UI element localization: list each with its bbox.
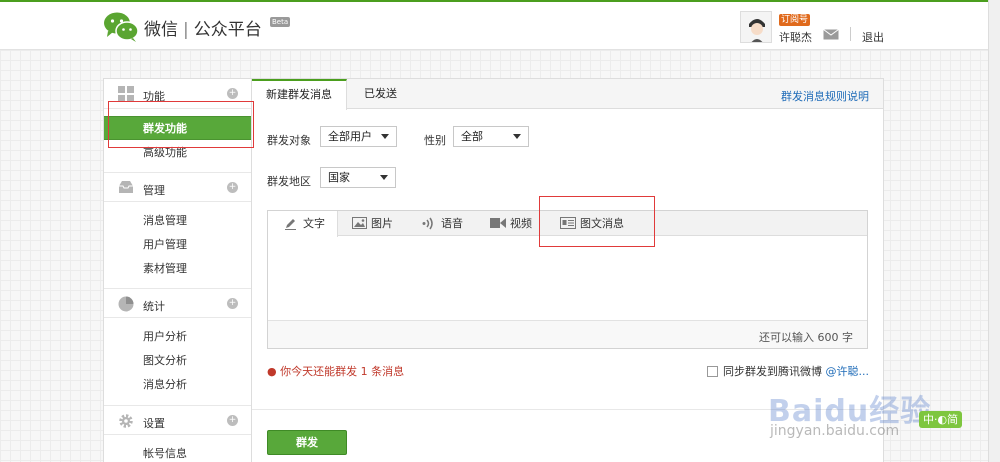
- sidebar-item-messages[interactable]: 消息管理: [104, 209, 251, 233]
- gender-value: 全部: [461, 130, 483, 143]
- sidebar-section-title: 管理: [143, 184, 165, 197]
- quota-notice: ● 你今天还能群发 1 条消息: [267, 365, 405, 378]
- collapse-toggle-icon[interactable]: +: [227, 182, 238, 193]
- target-select[interactable]: 全部用户: [320, 126, 397, 147]
- editor-tab-label: 图片: [371, 217, 393, 230]
- chevron-down-icon: [381, 134, 389, 139]
- target-label: 群发对象: [267, 134, 311, 147]
- sidebar-section-settings[interactable]: 设置 +: [104, 405, 251, 435]
- editor-tab-voice[interactable]: 语音: [422, 211, 486, 236]
- function-grid-icon: [118, 86, 134, 102]
- logout-link[interactable]: 退出: [862, 29, 884, 45]
- avatar-figure-icon: [741, 12, 771, 42]
- region-label: 群发地区: [267, 175, 311, 188]
- video-icon: [490, 218, 506, 228]
- collapse-toggle-icon[interactable]: +: [227, 88, 238, 99]
- sidebar-item-news-analysis[interactable]: 图文分析: [104, 349, 251, 373]
- chevron-down-icon: [380, 175, 388, 180]
- image-icon: [352, 217, 367, 229]
- avatar[interactable]: [740, 11, 772, 43]
- tab-sent[interactable]: 已发送: [350, 79, 411, 109]
- pencil-icon: [285, 219, 296, 230]
- collapse-toggle-icon[interactable]: +: [227, 415, 238, 426]
- sidebar-section-title: 设置: [143, 417, 165, 430]
- editor-tab-label: 语音: [441, 217, 463, 230]
- brand-title: 微信 | 公众平台: [144, 20, 262, 40]
- sidebar-item-account-info[interactable]: 帐号信息: [104, 442, 251, 462]
- char-counter-bar: 还可以输入 600 字: [268, 320, 867, 348]
- gear-icon: [119, 414, 133, 428]
- sidebar-item-users[interactable]: 用户管理: [104, 233, 251, 257]
- quota-notice-text: 你今天还能群发 1 条消息: [280, 365, 405, 378]
- char-counter: 还可以输入 600 字: [759, 331, 853, 344]
- rules-link[interactable]: 群发消息规则说明: [781, 88, 869, 104]
- sidebar-section-title: 统计: [143, 300, 165, 313]
- pie-chart-icon: [118, 296, 134, 312]
- editor-tab-label: 视频: [510, 217, 532, 230]
- voice-icon: [422, 217, 433, 230]
- watermark-url: jingyan.baidu.com: [770, 423, 900, 439]
- editor-tab-label: 文字: [303, 217, 325, 230]
- brand-subtitle: 公众平台: [193, 20, 262, 40]
- page-scrollbar[interactable]: [988, 0, 1000, 462]
- sidebar-item-message-analysis[interactable]: 消息分析: [104, 373, 251, 397]
- editor-tab-text[interactable]: 文字: [268, 211, 338, 237]
- inbox-icon: [119, 181, 133, 193]
- ime-indicator[interactable]: 中·◐简: [919, 411, 963, 428]
- sync-label: 同步群发到腾讯微博: [723, 365, 822, 378]
- sidebar-item-materials[interactable]: 素材管理: [104, 257, 251, 281]
- mail-icon[interactable]: [823, 29, 839, 40]
- chevron-down-icon: [513, 134, 521, 139]
- weibo-handle-link[interactable]: @许聪...: [826, 365, 870, 378]
- username[interactable]: 许聪杰: [779, 29, 812, 45]
- message-textarea[interactable]: [268, 237, 867, 320]
- gender-select[interactable]: 全部: [453, 126, 529, 147]
- tab-new-mass-message[interactable]: 新建群发消息: [252, 79, 347, 110]
- sidebar-section-stats[interactable]: 统计 +: [104, 288, 251, 318]
- target-value: 全部用户: [328, 130, 372, 143]
- header: 微信 | 公众平台 Beta 订阅号 许聪杰 退出: [0, 2, 1000, 50]
- sidebar-section-manage[interactable]: 管理 +: [104, 172, 251, 202]
- region-select[interactable]: 国家: [320, 167, 396, 188]
- header-divider: [850, 27, 851, 41]
- send-button[interactable]: 群发: [267, 430, 347, 455]
- gender-label: 性别: [424, 134, 446, 147]
- brand-name: 微信: [144, 20, 178, 40]
- main-tabs: 新建群发消息 已发送 群发消息规则说明: [252, 79, 883, 110]
- beta-badge: Beta: [270, 17, 291, 27]
- annotation-box-mass-send: [108, 101, 254, 148]
- sync-checkbox[interactable]: [707, 366, 718, 377]
- account-type-badge: 订阅号: [779, 14, 811, 26]
- sidebar-item-user-analysis[interactable]: 用户分析: [104, 325, 251, 349]
- region-value: 国家: [328, 171, 350, 184]
- wechat-logo-icon: [104, 12, 139, 42]
- editor-tab-image[interactable]: 图片: [352, 211, 416, 236]
- weibo-sync-option[interactable]: 同步群发到腾讯微博 @许聪...: [707, 363, 869, 379]
- annotation-box-news-tab: [539, 196, 655, 247]
- collapse-toggle-icon[interactable]: +: [227, 298, 238, 309]
